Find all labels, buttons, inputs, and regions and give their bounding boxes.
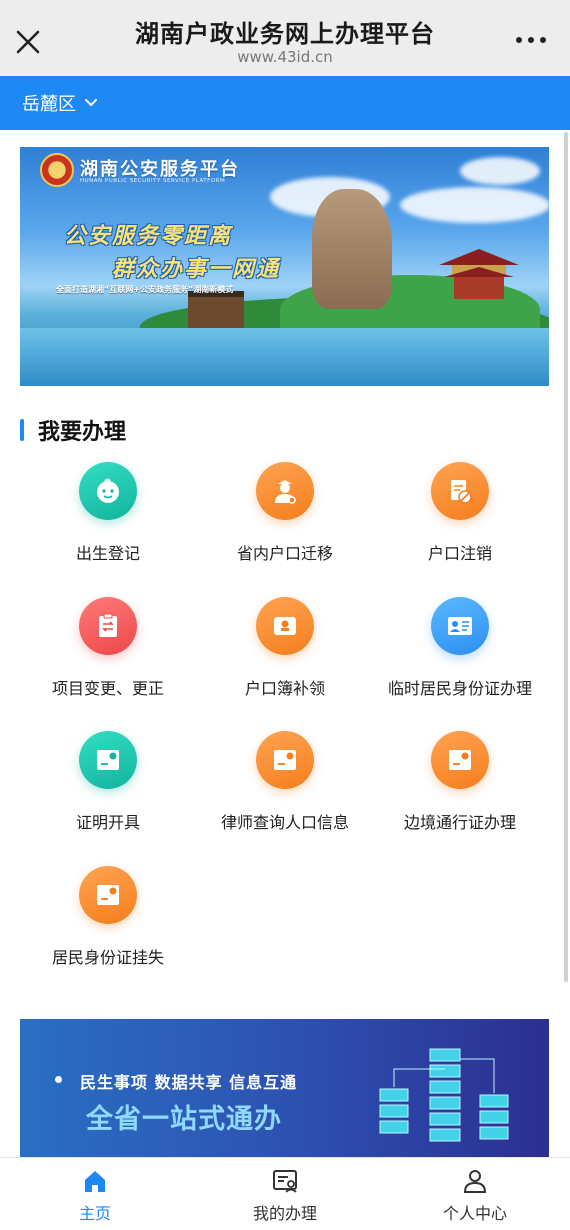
certificate-icon — [79, 731, 137, 789]
scrollbar[interactable] — [564, 132, 568, 982]
user-icon — [463, 1170, 487, 1193]
statue — [312, 189, 392, 309]
service-temporary-id[interactable]: 临时居民身份证办理 — [365, 597, 555, 699]
bottom-banner[interactable]: 民生事项 数据共享 信息互通 全省一站式通办 — [20, 1019, 549, 1159]
bottom-nav: 主页 我的办理 个人中心 — [0, 1157, 570, 1230]
page-url: www.43id.cn — [237, 48, 333, 66]
nav-home[interactable]: 主页 — [0, 1168, 190, 1224]
service-label: 临时居民身份证办理 — [387, 679, 532, 698]
certificate-icon — [431, 731, 489, 789]
service-label: 边境通行证办理 — [403, 813, 516, 832]
change-clipboard-icon — [79, 597, 137, 655]
service-household-cancel[interactable]: 户口注销 — [365, 462, 555, 564]
pavilion-icon — [439, 249, 519, 299]
service-item-change[interactable]: 项目变更、更正 — [13, 597, 203, 699]
service-certificate-issue[interactable]: 证明开具 — [13, 731, 203, 833]
police-emblem-icon — [40, 153, 74, 187]
household-book-icon — [256, 597, 314, 655]
cloud — [460, 157, 540, 185]
top-banner[interactable]: 湖南公安服务平台 HUNAN PUBLIC SECURITY SERVICE P… — [20, 147, 549, 386]
service-household-migration[interactable]: 省内户口迁移 — [190, 462, 380, 564]
service-label: 项目变更、更正 — [51, 679, 164, 698]
nav-my-tasks[interactable]: 我的办理 — [190, 1168, 380, 1224]
service-birth-registration[interactable]: 出生登记 — [13, 462, 203, 564]
nav-profile[interactable]: 个人中心 — [380, 1168, 570, 1224]
lake — [20, 328, 549, 386]
banner-slogan-2: 群众办事一网通 — [112, 257, 281, 282]
banner-bottom-line-1: 民生事项 数据共享 信息互通 — [80, 1073, 298, 1092]
service-id-loss-report[interactable]: 居民身份证挂失 — [13, 866, 203, 968]
home-icon — [85, 1171, 105, 1192]
nav-my-tasks-label: 我的办理 — [252, 1204, 317, 1223]
more-options-icon[interactable] — [514, 30, 548, 50]
service-label: 户口簿补领 — [244, 679, 325, 698]
chevron-down-icon — [85, 99, 97, 106]
certificate-icon — [256, 731, 314, 789]
district-bar: 岳麓区 — [0, 76, 570, 130]
id-card-icon — [431, 597, 489, 655]
bullet-dot — [55, 1076, 62, 1083]
document-user-icon — [273, 1170, 297, 1193]
service-label: 户口注销 — [427, 544, 492, 563]
service-label: 律师查询人口信息 — [220, 813, 349, 832]
officer-icon — [256, 462, 314, 520]
service-label: 省内户口迁移 — [236, 544, 333, 563]
banner-brand-sub: HUNAN PUBLIC SECURITY SERVICE PLATFORM — [80, 178, 226, 184]
banner-tagline: 全面打造湖湘“互联网+公安政务服务”湖南新模式 — [56, 285, 234, 294]
title-bar: 湖南户政业务网上办理平台 www.43id.cn — [0, 0, 570, 76]
nav-profile-label: 个人中心 — [442, 1204, 507, 1223]
service-label: 出生登记 — [75, 544, 140, 563]
section-accent-bar — [20, 419, 24, 441]
page-title: 湖南户政业务网上办理平台 — [135, 20, 435, 48]
section-title-text: 我要办理 — [38, 420, 127, 445]
district-name: 岳麓区 — [22, 94, 76, 115]
service-label: 居民身份证挂失 — [51, 948, 164, 967]
gate — [188, 291, 244, 329]
section-title: 我要办理 — [20, 415, 126, 445]
cancel-document-icon — [431, 462, 489, 520]
service-lawyer-query[interactable]: 律师查询人口信息 — [190, 731, 380, 833]
cloud — [400, 187, 549, 223]
banner-slogan-1: 公安服务零距离 — [64, 224, 233, 249]
service-border-pass[interactable]: 边境通行证办理 — [365, 731, 555, 833]
service-label: 证明开具 — [75, 813, 140, 832]
server-rack-icon — [379, 1048, 509, 1142]
banner-bottom-line-2: 全省一站式通办 — [86, 1104, 282, 1135]
baby-icon — [79, 462, 137, 520]
service-household-book-reissue[interactable]: 户口簿补领 — [190, 597, 380, 699]
certificate-icon — [79, 866, 137, 924]
district-selector[interactable]: 岳麓区 — [22, 90, 98, 116]
nav-home-label: 主页 — [78, 1204, 111, 1223]
